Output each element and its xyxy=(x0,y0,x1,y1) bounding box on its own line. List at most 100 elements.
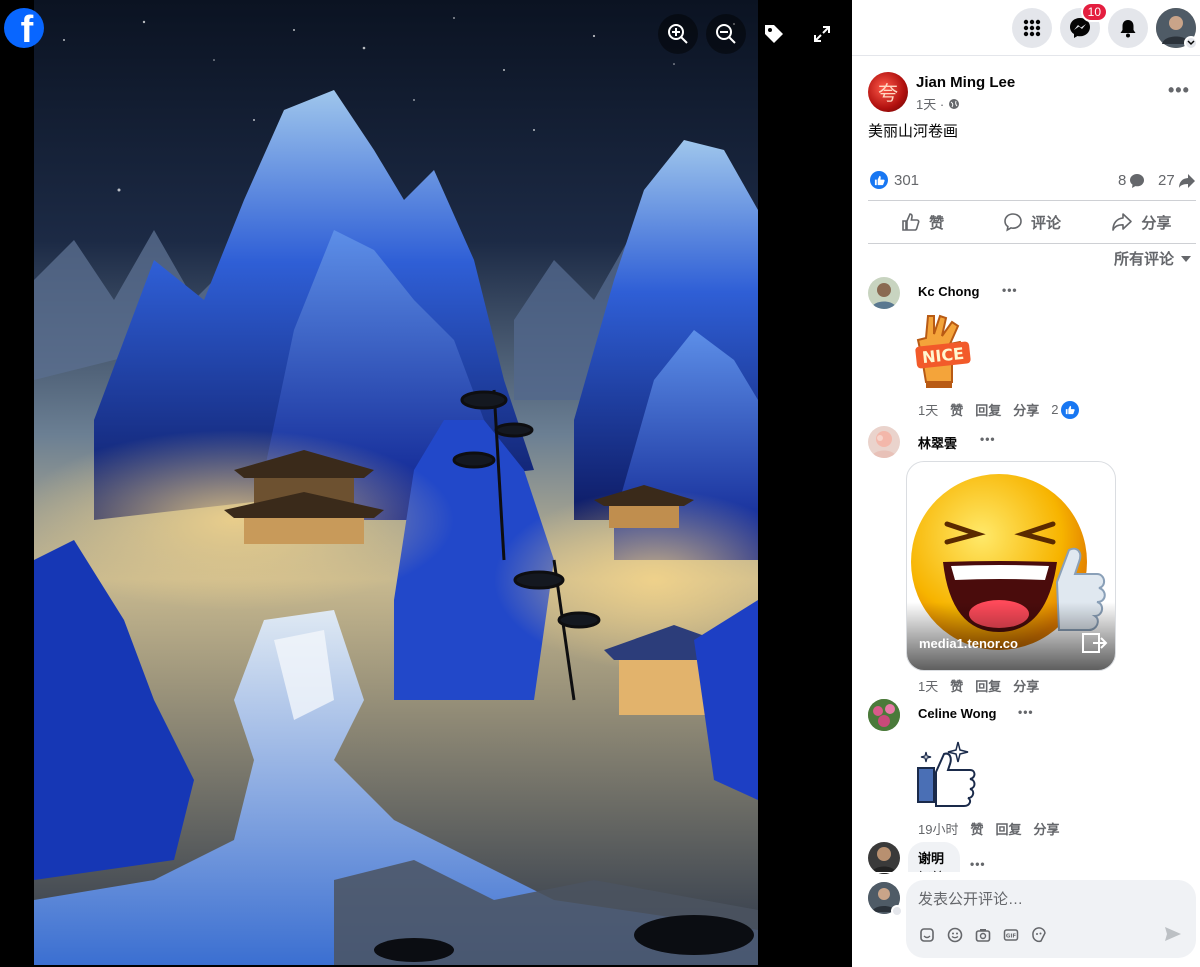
comment-icon xyxy=(1004,213,1022,232)
comment-options-button[interactable]: ••• xyxy=(1002,283,1018,297)
chevron-down-icon xyxy=(891,905,903,917)
account-button[interactable] xyxy=(1156,8,1198,50)
chevron-down-icon xyxy=(1184,36,1198,50)
comment-like-button[interactable]: 赞 xyxy=(950,400,963,419)
zoom-out-icon xyxy=(716,24,736,44)
comment-time[interactable]: 1天 xyxy=(918,400,938,419)
comment-like-button[interactable]: 赞 xyxy=(970,819,983,838)
comment-actions: 1天 赞 回复 分享 xyxy=(918,676,1039,695)
commenter-avatar[interactable] xyxy=(868,842,900,874)
globe-icon xyxy=(949,98,960,109)
composer-divider xyxy=(852,872,1200,873)
caret-down-icon xyxy=(1181,255,1191,262)
zoom-out-button[interactable] xyxy=(706,14,746,54)
author-avatar[interactable]: 夸 xyxy=(868,72,908,112)
gif-source: media1.tenor.co xyxy=(919,636,1018,651)
comment-share-button[interactable]: 分享 xyxy=(1013,676,1039,695)
like-button[interactable]: 赞 xyxy=(868,201,977,243)
comment-share-button[interactable]: 分享 xyxy=(1013,400,1039,419)
like-label: 赞 xyxy=(929,214,945,232)
notifications-button[interactable] xyxy=(1108,8,1148,48)
like-reaction-icon xyxy=(1060,400,1079,419)
comment-reply-button[interactable]: 回复 xyxy=(975,676,1001,695)
camera-icon[interactable] xyxy=(974,926,992,944)
bell-icon xyxy=(1120,20,1136,38)
tag-photo-button[interactable] xyxy=(754,14,794,54)
comment-options-button[interactable]: ••• xyxy=(1018,705,1034,719)
post-meta: 1天 · xyxy=(916,94,960,113)
comment-share-button[interactable]: 分享 xyxy=(1034,819,1060,838)
gif-icon[interactable]: GIF xyxy=(1002,926,1020,944)
comment-composer: 发表公开评论… GIF xyxy=(906,880,1196,958)
comment-time[interactable]: 19小时 xyxy=(918,819,958,838)
comment-bubble-icon xyxy=(1130,173,1145,188)
comment-input[interactable]: 发表公开评论… xyxy=(918,888,1023,909)
svg-text:GIF: GIF xyxy=(1006,934,1017,940)
laughing-emoji-gif: media1.tenor.co xyxy=(907,474,1115,670)
share-icon xyxy=(1112,213,1133,231)
comment-like-button[interactable]: 赞 xyxy=(950,676,963,695)
composer-tools: GIF xyxy=(918,926,1048,944)
commenter-avatar[interactable] xyxy=(868,426,900,458)
commenter-name[interactable]: Celine Wong xyxy=(918,706,996,721)
share-arrow-icon xyxy=(1178,173,1195,188)
thumbs-up-sticker xyxy=(914,738,980,808)
comment-bubble: 谢明 好美 xyxy=(908,842,960,872)
comment-actions: 1天 赞 回复 分享 2 xyxy=(918,400,1079,419)
comment-reactions[interactable]: 2 xyxy=(1051,400,1079,419)
comment-count[interactable]: 8 xyxy=(1118,172,1145,189)
avatar-sticker-icon[interactable] xyxy=(1030,926,1048,944)
my-avatar[interactable] xyxy=(868,882,903,917)
share-label: 分享 xyxy=(1141,214,1172,232)
sort-label: 所有评论 xyxy=(1113,251,1174,268)
like-count[interactable]: 301 xyxy=(894,172,919,189)
post-options-button[interactable]: ••• xyxy=(1168,80,1190,101)
grid-menu-icon xyxy=(1023,19,1041,37)
landscape-painting xyxy=(34,0,758,965)
top-bar: 10 xyxy=(852,0,1200,56)
author-name[interactable]: Jian Ming Lee xyxy=(916,74,1015,91)
commenter-name[interactable]: 林翠雲 xyxy=(918,433,957,452)
share-count-value: 27 xyxy=(1158,172,1175,189)
commenter-name[interactable]: Kc Chong xyxy=(918,284,979,299)
fullscreen-button[interactable] xyxy=(802,14,842,54)
share-button[interactable]: 分享 xyxy=(1087,201,1196,243)
messenger-badge: 10 xyxy=(1080,2,1108,22)
photo-viewer: f xyxy=(0,0,852,967)
send-icon[interactable] xyxy=(1164,926,1182,947)
comment-reply-button[interactable]: 回复 xyxy=(975,400,1001,419)
commenter-name[interactable]: 谢明 xyxy=(918,848,950,867)
like-reaction-icon xyxy=(870,171,888,189)
menu-button[interactable] xyxy=(1012,8,1052,48)
post-time[interactable]: 1天 · xyxy=(916,94,944,113)
comment-options-button[interactable]: ••• xyxy=(970,857,986,871)
comment-button[interactable]: 评论 xyxy=(977,201,1086,243)
comment-time[interactable]: 1天 xyxy=(918,676,938,695)
comment-count-value: 8 xyxy=(1118,172,1127,189)
gif-attachment[interactable]: media1.tenor.co xyxy=(906,461,1116,671)
comment-actions: 19小时 赞 回复 分享 xyxy=(918,819,1060,838)
commenter-avatar[interactable] xyxy=(868,277,900,309)
nice-sticker: NICE xyxy=(912,312,974,392)
comment-reply-button[interactable]: 回复 xyxy=(995,819,1021,838)
facebook-logo-letter: f xyxy=(20,9,34,48)
tag-icon xyxy=(765,25,783,43)
commenter-avatar[interactable] xyxy=(868,699,900,731)
zoom-in-button[interactable] xyxy=(658,14,698,54)
comment-reaction-count: 2 xyxy=(1051,402,1059,417)
sticker-icon[interactable] xyxy=(918,926,936,944)
svg-text:夸: 夸 xyxy=(878,81,898,105)
emoji-icon[interactable] xyxy=(946,926,964,944)
zoom-in-icon xyxy=(668,24,688,44)
comment-options-button[interactable]: ••• xyxy=(980,432,996,446)
messenger-button[interactable]: 10 xyxy=(1060,2,1108,48)
post-actions: 赞 评论 分享 xyxy=(868,200,1196,244)
post-photo[interactable] xyxy=(34,0,758,965)
thumbs-up-icon xyxy=(902,213,920,231)
post-stats: 301 8 27 xyxy=(868,170,1196,192)
post-text: 美丽山河卷画 xyxy=(868,123,959,140)
comment-sort-dropdown[interactable]: 所有评论 xyxy=(1114,248,1192,269)
share-count[interactable]: 27 xyxy=(1158,172,1196,189)
fullscreen-icon xyxy=(814,26,830,42)
facebook-logo[interactable]: f xyxy=(4,8,44,48)
